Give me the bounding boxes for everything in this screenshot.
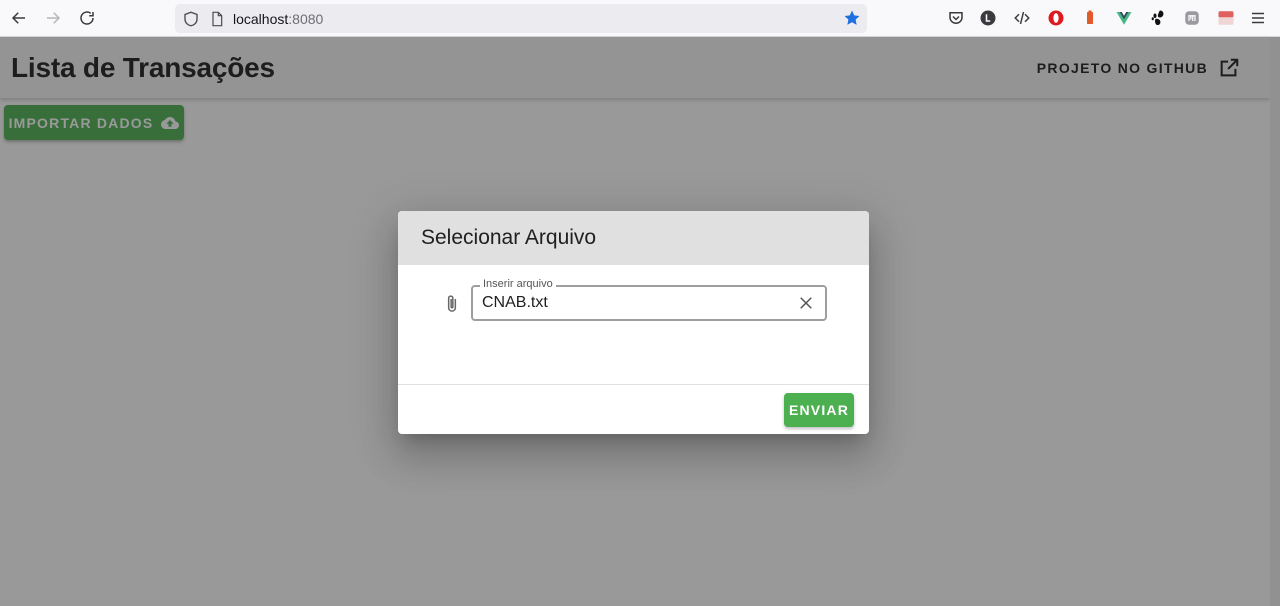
- reload-icon: [80, 11, 94, 25]
- file-input-label: Inserir arquivo: [480, 278, 556, 290]
- send-button[interactable]: ENVIAR: [784, 393, 854, 427]
- back-button[interactable]: [2, 3, 36, 33]
- battery-extension-icon[interactable]: [1080, 8, 1100, 28]
- url-port: :8080: [288, 10, 324, 27]
- arrow-left-icon: [11, 12, 25, 24]
- page-icon: [212, 11, 223, 26]
- url-bar[interactable]: localhost:8080: [175, 4, 867, 33]
- mastodon-icon[interactable]: [1182, 8, 1202, 28]
- reload-button[interactable]: [70, 3, 104, 33]
- browser-toolbar: localhost:8080: [0, 0, 1280, 37]
- menu-icon[interactable]: [1248, 8, 1268, 28]
- l-extension-icon[interactable]: [978, 8, 998, 28]
- dialog-body: Inserir arquivo CNAB.txt: [398, 265, 869, 384]
- paperclip-icon[interactable]: [442, 292, 462, 316]
- dialog-title: Selecionar Arquivo: [398, 211, 869, 265]
- shield-icon[interactable]: [182, 10, 200, 28]
- bookmark-star-icon[interactable]: [843, 9, 861, 27]
- vue-devtools-icon[interactable]: [1114, 8, 1134, 28]
- url-text: localhost:8080: [233, 11, 323, 27]
- select-file-dialog: Selecionar Arquivo Inserir arquivo CNAB.…: [398, 211, 869, 434]
- file-input[interactable]: Inserir arquivo CNAB.txt: [471, 278, 827, 321]
- dev-tools-icon[interactable]: [1012, 8, 1032, 28]
- url-host: localhost: [233, 10, 289, 27]
- opera-icon[interactable]: [1046, 8, 1066, 28]
- arrow-right-icon: [47, 12, 61, 24]
- gnome-icon[interactable]: [1148, 8, 1168, 28]
- close-icon[interactable]: [797, 294, 815, 312]
- dialog-actions: ENVIAR: [398, 385, 869, 434]
- file-input-value: CNAB.txt: [482, 294, 548, 311]
- forward-button[interactable]: [36, 3, 70, 33]
- pocket-icon[interactable]: [946, 8, 966, 28]
- cors-extension-icon[interactable]: [1216, 8, 1236, 28]
